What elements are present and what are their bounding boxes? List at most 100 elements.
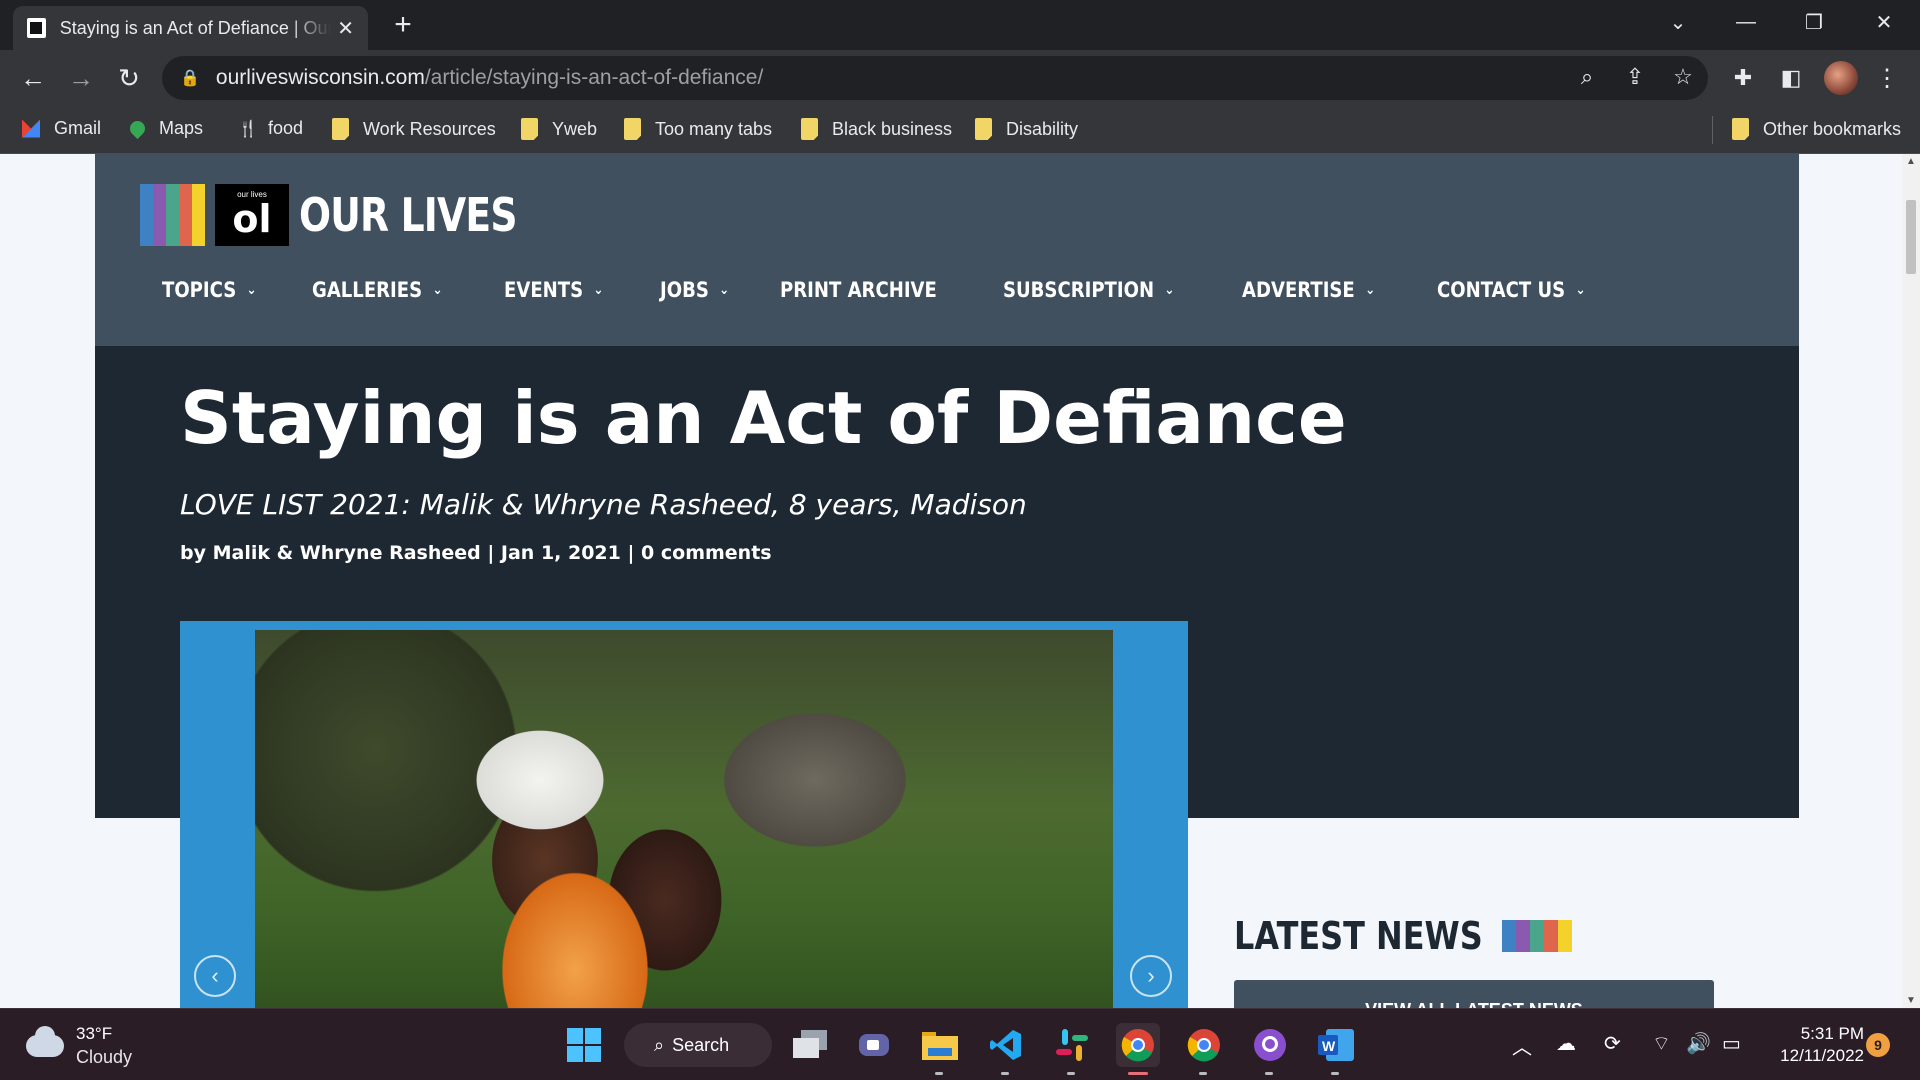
logo-mark: our lives ol xyxy=(215,184,289,246)
slack-icon[interactable] xyxy=(1050,1023,1094,1075)
bookmark-food[interactable]: 🍴 food xyxy=(238,118,303,139)
bookmark-folder-yweb[interactable]: Yweb xyxy=(521,118,597,140)
couple-photo xyxy=(255,630,1113,1008)
scroll-thumb[interactable] xyxy=(1906,200,1916,274)
nav-events[interactable]: EVENTS ⌄ xyxy=(504,278,604,302)
github-desktop-icon[interactable] xyxy=(1248,1023,1292,1075)
bookmark-folder-black-business[interactable]: Black business xyxy=(801,118,952,140)
share-icon[interactable]: ⇪ xyxy=(1620,64,1650,90)
search-label: Search xyxy=(672,1034,730,1055)
latest-news-stripes xyxy=(1502,920,1573,952)
tab-search-chevron-icon[interactable]: ⌄ xyxy=(1644,0,1712,44)
nav-subscription[interactable]: SUBSCRIPTION ⌄ xyxy=(1003,278,1174,302)
heading-stripe xyxy=(1516,920,1531,952)
gallery-prev-icon[interactable]: ‹ xyxy=(194,955,236,997)
scroll-up-icon[interactable]: ▲ xyxy=(1902,156,1920,167)
bookmark-label: Maps xyxy=(159,118,204,138)
view-all-news-button[interactable]: VIEW ALL LATEST NEWS xyxy=(1234,980,1714,1008)
folder-icon xyxy=(624,118,641,140)
chrome-icon[interactable] xyxy=(1182,1023,1226,1075)
close-window-button[interactable]: ✕ xyxy=(1850,0,1918,44)
logo-stripes xyxy=(140,184,205,246)
logo-text: OUR LIVES xyxy=(299,188,518,242)
latest-news-heading: LATEST NEWS xyxy=(1234,914,1573,958)
vscode-icon[interactable] xyxy=(984,1023,1028,1075)
scroll-down-icon[interactable]: ▼ xyxy=(1902,995,1920,1006)
extensions-puzzle-icon[interactable]: ✚ xyxy=(1724,60,1762,96)
running-indicator xyxy=(1001,1072,1009,1075)
bookmark-label: Black business xyxy=(832,118,953,139)
bookmark-folder-disability[interactable]: Disability xyxy=(975,118,1078,140)
bookmark-folder-too-many-tabs[interactable]: Too many tabs xyxy=(624,118,772,140)
file-explorer-icon[interactable] xyxy=(918,1023,962,1075)
sync-icon[interactable]: ⟳ xyxy=(1604,1031,1621,1056)
back-button[interactable]: ← xyxy=(14,60,52,96)
address-bar[interactable]: 🔒 ourliveswisconsin.com/article/staying-… xyxy=(162,56,1708,100)
site-logo[interactable]: our lives ol OUR LIVES xyxy=(140,184,564,246)
bookmark-maps[interactable]: Maps xyxy=(126,117,204,140)
task-view-icon[interactable] xyxy=(788,1023,832,1067)
maps-icon xyxy=(126,117,149,140)
nav-label: TOPICS xyxy=(162,278,237,302)
reload-button[interactable]: ↻ xyxy=(110,60,148,96)
volume-icon[interactable]: 🔊 xyxy=(1686,1031,1711,1056)
running-indicator xyxy=(1067,1072,1075,1075)
teams-chat-icon[interactable] xyxy=(852,1023,896,1067)
heading-stripe xyxy=(1558,920,1573,952)
chevron-down-icon: ⌄ xyxy=(1575,282,1586,298)
heading-stripe xyxy=(1530,920,1545,952)
url-path: /article/staying-is-an-act-of-defiance/ xyxy=(424,66,764,89)
bookmark-label: Too many tabs xyxy=(655,118,773,139)
page-scrollbar[interactable]: ▲ ▼ xyxy=(1902,154,1920,1008)
running-indicator xyxy=(935,1072,943,1075)
start-windows-icon[interactable] xyxy=(562,1023,606,1067)
show-hidden-icons-chevron-icon[interactable]: ︿ xyxy=(1512,1031,1532,1060)
bookmark-star-icon[interactable]: ☆ xyxy=(1668,64,1698,90)
nav-galleries[interactable]: GALLERIES ⌄ xyxy=(312,278,443,302)
profile-avatar[interactable] xyxy=(1824,61,1858,95)
nav-label: ADVERTISE xyxy=(1241,278,1355,302)
latest-news-title: LATEST NEWS xyxy=(1234,914,1483,958)
tab-strip: Staying is an Act of Defiance | Our Live… xyxy=(0,0,1920,50)
chrome-menu-icon[interactable]: ⋮ xyxy=(1868,60,1906,96)
bookmark-folder-other[interactable]: Other bookmarks xyxy=(1732,118,1901,140)
nav-print-archive[interactable]: PRINT ARCHIVE xyxy=(780,278,937,302)
notification-badge[interactable]: 9 xyxy=(1866,1033,1890,1057)
logo-stripe xyxy=(166,184,179,246)
minimize-button[interactable]: — xyxy=(1712,0,1780,44)
bookmark-folder-work-resources[interactable]: Work Resources xyxy=(332,118,496,140)
nav-advertise[interactable]: ADVERTISE ⌄ xyxy=(1242,278,1375,302)
taskbar-clock[interactable]: 5:31 PM 12/11/2022 xyxy=(1766,1023,1864,1067)
weather-widget[interactable]: 33°F Cloudy xyxy=(26,1023,132,1069)
windows-taskbar: 33°F Cloudy ⌕ Search W ︿ ☁ ⟳ ⌔ 🔊 ▭ 5:31 … xyxy=(0,1008,1920,1080)
article-title: Staying is an Act of Defiance xyxy=(180,376,1347,460)
wifi-icon[interactable]: ⌔ xyxy=(1652,1031,1671,1056)
site-header: our lives ol OUR LIVES TOPICS ⌄ GALLERIES… xyxy=(95,154,1799,346)
gallery-next-icon[interactable]: › xyxy=(1130,955,1172,997)
author-link[interactable]: Malik & Whryne Rasheed xyxy=(213,542,481,564)
battery-icon[interactable]: ▭ xyxy=(1722,1031,1741,1056)
word-icon[interactable]: W xyxy=(1314,1023,1358,1075)
onedrive-cloud-icon[interactable]: ☁ xyxy=(1556,1031,1576,1056)
bookmark-gmail[interactable]: Gmail xyxy=(22,118,101,139)
bookmarks-divider xyxy=(1712,116,1713,144)
chevron-down-icon: ⌄ xyxy=(1163,282,1174,298)
new-tab-button[interactable]: + xyxy=(386,10,420,44)
comments-link[interactable]: 0 comments xyxy=(641,542,772,564)
nav-topics[interactable]: TOPICS ⌄ xyxy=(162,278,257,302)
running-indicator xyxy=(1331,1072,1339,1075)
forward-button[interactable]: → xyxy=(62,60,100,96)
cloud-icon xyxy=(26,1026,64,1057)
side-panel-icon[interactable]: ◧ xyxy=(1772,60,1810,96)
taskbar-search[interactable]: ⌕ Search xyxy=(624,1023,772,1067)
restore-button[interactable]: ❐ xyxy=(1780,0,1848,44)
bookmarks-bar: Gmail Maps 🍴 food Work Resources Yweb To… xyxy=(0,106,1920,154)
tab-close-icon[interactable]: ✕ xyxy=(337,16,354,41)
chrome-profile-icon[interactable] xyxy=(1116,1023,1160,1075)
food-icon: 🍴 xyxy=(238,120,258,138)
browser-tab-active[interactable]: Staying is an Act of Defiance | Our Live… xyxy=(13,6,368,50)
nav-jobs[interactable]: JOBS ⌄ xyxy=(660,278,729,302)
bookmark-label: Yweb xyxy=(552,118,598,139)
zoom-search-icon[interactable]: ⌕ xyxy=(1572,64,1602,90)
nav-contact-us[interactable]: CONTACT US ⌄ xyxy=(1437,278,1586,302)
